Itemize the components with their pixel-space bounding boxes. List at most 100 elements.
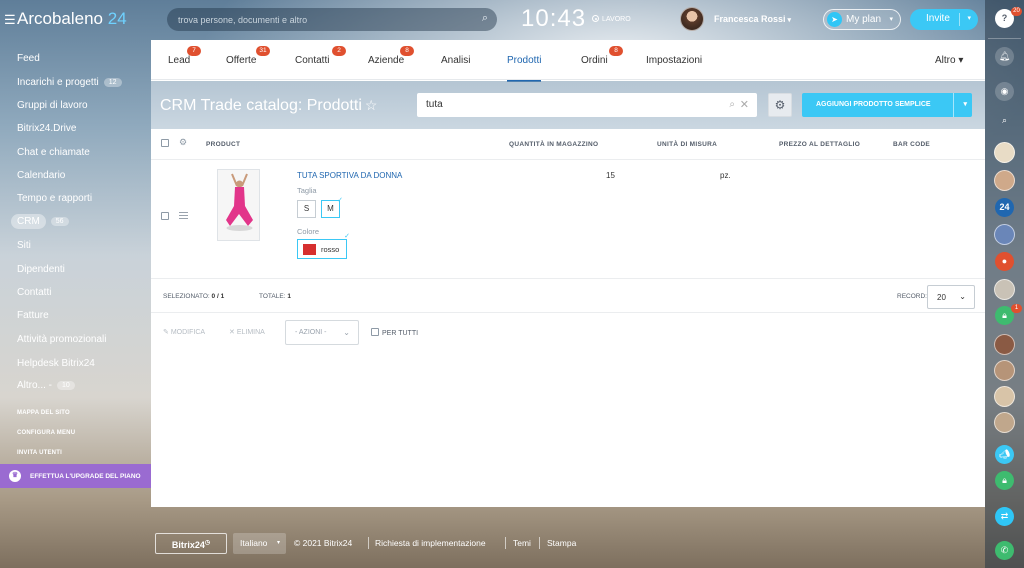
column-header-quantity[interactable]: QUANTITÀ IN MAGAZZINO <box>509 141 598 148</box>
work-status[interactable]: LAVORO <box>592 15 631 23</box>
sidebar-item-label: Gruppi di lavoro <box>17 100 88 111</box>
delete-label: ELIMINA <box>236 329 265 336</box>
sidebar-item[interactable]: Bitrix24.Drive <box>17 123 76 134</box>
themes-link[interactable]: Temi <box>513 538 531 548</box>
sidebar-item[interactable]: Gruppi di lavoro <box>17 100 88 111</box>
records-per-page-select[interactable]: 20 ⌄ <box>927 285 975 309</box>
print-link[interactable]: Stampa <box>547 538 576 548</box>
tab-item[interactable]: Ordini <box>581 55 608 66</box>
chevron-down-icon[interactable]: ▾ <box>963 100 967 108</box>
chat-icon[interactable]: ◉ <box>995 82 1014 101</box>
sidebar-item[interactable]: Fatture <box>17 310 49 321</box>
column-header-product[interactable]: PRODUCT <box>206 141 240 148</box>
contact-avatar[interactable] <box>994 279 1015 300</box>
row-menu-icon[interactable] <box>179 212 188 219</box>
sidebar-item[interactable]: Chat e chiamate <box>17 147 90 158</box>
sidebar-item[interactable]: Attività promozionali <box>17 334 106 345</box>
search-icon[interactable]: ⌕ <box>482 12 488 25</box>
sidebar-item[interactable]: Tempo e rapporti <box>17 193 92 204</box>
filter-value[interactable]: tuta <box>426 99 443 110</box>
sidebar-item-label: Siti <box>17 240 31 251</box>
user-menu[interactable]: Francesca Rossi ▾ <box>714 14 791 24</box>
tab-item[interactable]: Offerte <box>226 55 256 66</box>
bitrix24-icon[interactable]: 24 <box>995 198 1014 217</box>
tab-item[interactable]: Impostazioni <box>646 55 702 66</box>
user-icon[interactable]: ● <box>995 252 1014 271</box>
bitrix24-logo-button[interactable]: Bitrix24◷ <box>155 533 227 554</box>
tab-item[interactable]: Analisi <box>441 55 470 66</box>
my-plan-button[interactable]: ➤ My plan ▾ <box>823 9 901 30</box>
sidebar-item-label: Calendario <box>17 170 66 181</box>
records-label: RECORD: <box>897 293 927 300</box>
menu-icon[interactable]: ☰ <box>4 12 16 28</box>
edit-button[interactable]: ✎ MODIFICA <box>163 328 205 336</box>
select-all-checkbox[interactable] <box>161 139 169 147</box>
upgrade-plan-button[interactable]: ♛ EFFETTUA L'UPGRADE DEL PIANO <box>0 464 151 488</box>
search-icon[interactable]: ⌕ <box>729 99 735 110</box>
column-header-price[interactable]: PREZZO AL DETTAGLIO <box>779 141 860 148</box>
bell-icon[interactable]: 🔔︎ <box>995 47 1014 66</box>
product-name-link[interactable]: TUTA SPORTIVA DA DONNA <box>297 171 402 180</box>
sidebar-item[interactable]: Helpdesk Bitrix24 <box>17 358 95 369</box>
gear-icon[interactable]: ⚙ <box>179 137 187 148</box>
tab-item[interactable]: Contatti <box>295 55 329 66</box>
tab-badge: 8 <box>400 46 414 56</box>
star-icon[interactable]: ☆ <box>365 97 378 113</box>
clock[interactable]: 10:43 <box>521 5 586 33</box>
sidebar-link[interactable]: CONFIGURA MENU <box>17 430 75 436</box>
language-select[interactable]: Italiano ▾ <box>233 533 286 554</box>
close-icon[interactable]: ✕ <box>740 98 749 111</box>
tab-more[interactable]: Altro ▾ <box>935 55 963 66</box>
contact-avatar[interactable] <box>994 412 1015 433</box>
gear-icon[interactable]: ⚙ <box>768 93 792 117</box>
implementation-request-link[interactable]: Richiesta di implementazione <box>375 538 486 548</box>
column-header-unit[interactable]: UNITÀ DI MISURA <box>657 141 717 148</box>
filter-search[interactable]: tuta ⌕ ✕ <box>417 93 757 117</box>
divider <box>988 38 1021 39</box>
tab-item[interactable]: Prodotti <box>507 55 542 82</box>
phone-icon[interactable]: ✆ <box>995 541 1014 560</box>
contact-avatar[interactable] <box>994 386 1015 407</box>
sidebar-item[interactable]: Dipendenti <box>17 264 65 275</box>
sidebar-item[interactable]: Feed <box>17 53 40 64</box>
user-avatar[interactable] <box>680 7 704 31</box>
sidebar-item[interactable]: Calendario <box>17 170 65 181</box>
column-header-barcode[interactable]: BAR CODE <box>893 141 930 148</box>
actions-select[interactable]: - AZIONI - ⌄ <box>285 320 359 345</box>
search-icon[interactable]: ⌕ <box>995 111 1014 130</box>
contact-avatar[interactable] <box>994 142 1015 163</box>
contact-avatar[interactable] <box>994 170 1015 191</box>
sidebar-item[interactable]: Altro... - 10 <box>17 380 75 391</box>
table-row: TUTA SPORTIVA DA DONNA Taglia S M Colore… <box>151 160 985 279</box>
color-option-rosso[interactable]: rosso <box>297 232 350 259</box>
sidebar-link[interactable]: MAPPA DEL SITO <box>17 410 70 416</box>
delete-button[interactable]: ✕ ELIMINA <box>229 328 265 336</box>
contact-avatar[interactable] <box>994 224 1015 245</box>
megaphone-icon[interactable]: 📣︎ <box>995 445 1014 464</box>
size-option-s[interactable]: S <box>297 200 316 218</box>
sidebar-item[interactable]: Contatti <box>17 287 51 298</box>
size-option-m[interactable]: M <box>321 193 343 218</box>
for-all-toggle[interactable]: PER TUTTI <box>371 328 418 337</box>
lock-icon[interactable]: 🔒︎ <box>995 471 1014 490</box>
transfer-icon[interactable]: ⇄ <box>995 507 1014 526</box>
sidebar-item[interactable]: Siti <box>17 240 31 251</box>
tab-item[interactable]: Aziende <box>368 55 404 66</box>
for-all-checkbox[interactable] <box>371 328 379 336</box>
sidebar-item[interactable]: CRM 56 <box>11 214 69 229</box>
divider <box>959 13 960 26</box>
help-badge: 20 <box>1011 7 1022 16</box>
global-search-input[interactable] <box>178 12 468 27</box>
row-checkbox[interactable] <box>161 212 169 220</box>
chevron-down-icon[interactable]: ▾ <box>967 14 971 22</box>
invite-button[interactable]: Invite ▾ <box>910 9 978 30</box>
add-product-button[interactable]: AGGIUNGI PRODOTTO SEMPLICE ▾ <box>802 93 972 117</box>
tab-badge: 7 <box>187 46 201 56</box>
sidebar-link[interactable]: INVITA UTENTI <box>17 450 62 456</box>
sidebar-item[interactable]: Incarichi e progetti 12 <box>17 77 122 88</box>
logo[interactable]: Arcobaleno 24 <box>17 9 127 29</box>
contact-avatar[interactable] <box>994 360 1015 381</box>
contact-avatar[interactable] <box>994 334 1015 355</box>
tab-item[interactable]: Lead <box>168 55 190 66</box>
product-image[interactable] <box>217 169 260 241</box>
